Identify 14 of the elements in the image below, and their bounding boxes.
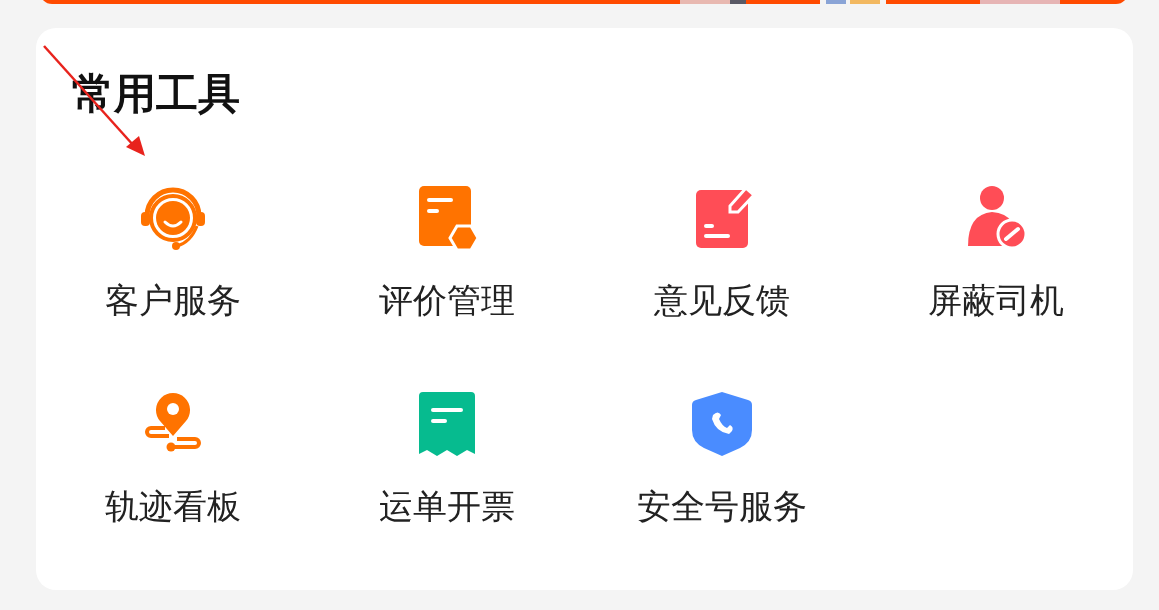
tool-label: 评价管理 xyxy=(379,279,516,322)
tool-label: 轨迹看板 xyxy=(105,485,242,528)
tool-item[interactable]: 客户服务 xyxy=(36,182,311,322)
tool-label: 客户服务 xyxy=(105,279,242,322)
tool-item[interactable]: 运单开票 xyxy=(310,388,585,528)
tool-item[interactable]: 意见反馈 xyxy=(584,182,859,322)
tool-label: 安全号服务 xyxy=(636,485,807,528)
tool-item[interactable]: 屏蔽司机 xyxy=(858,182,1133,322)
tool-label: 意见反馈 xyxy=(653,279,790,322)
tool-item[interactable]: 安全号服务 xyxy=(584,388,859,528)
tool-item[interactable]: 轨迹看板 xyxy=(36,388,311,528)
tool-item[interactable]: 评价管理 xyxy=(310,182,585,322)
tool-label: 运单开票 xyxy=(379,485,516,528)
tool-label: 屏蔽司机 xyxy=(927,279,1064,322)
